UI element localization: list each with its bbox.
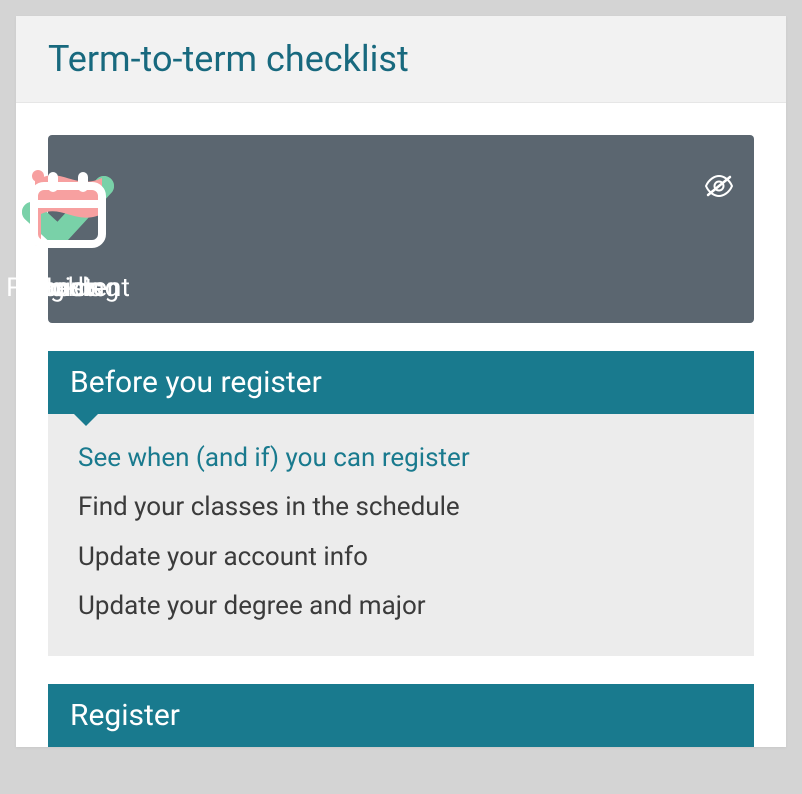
card-body: Holds Standing	[16, 103, 786, 747]
list-item: Find your classes in the schedule	[78, 483, 724, 532]
page-title: Term-to-term checklist	[48, 38, 754, 80]
section-body: See when (and if) you can register Find …	[48, 414, 754, 656]
link-update-degree[interactable]: Update your degree and major	[78, 591, 426, 621]
checklist-card: Term-to-term checklist Holds	[16, 16, 786, 747]
link-see-when-register[interactable]: See when (and if) you can register	[78, 443, 470, 473]
status-bar: Holds Standing	[48, 135, 754, 323]
section-title: Register	[70, 698, 180, 733]
link-update-account[interactable]: Update your account info	[78, 542, 368, 572]
section-header[interactable]: Register	[48, 684, 754, 747]
eye-off-icon	[704, 175, 734, 303]
list-item: See when (and if) you can register	[78, 434, 724, 483]
section-header[interactable]: Before you register	[48, 351, 754, 414]
section-title: Before you register	[70, 365, 322, 400]
list-item: Update your account info	[78, 533, 724, 582]
list-item: Update your degree and major	[78, 582, 724, 631]
section-register: Register	[48, 684, 754, 747]
visibility-toggle[interactable]	[68, 175, 734, 303]
section-before-you-register: Before you register See when (and if) yo…	[48, 351, 754, 656]
link-list: See when (and if) you can register Find …	[78, 434, 724, 632]
link-find-classes[interactable]: Find your classes in the schedule	[78, 492, 460, 522]
card-header: Term-to-term checklist	[16, 16, 786, 103]
